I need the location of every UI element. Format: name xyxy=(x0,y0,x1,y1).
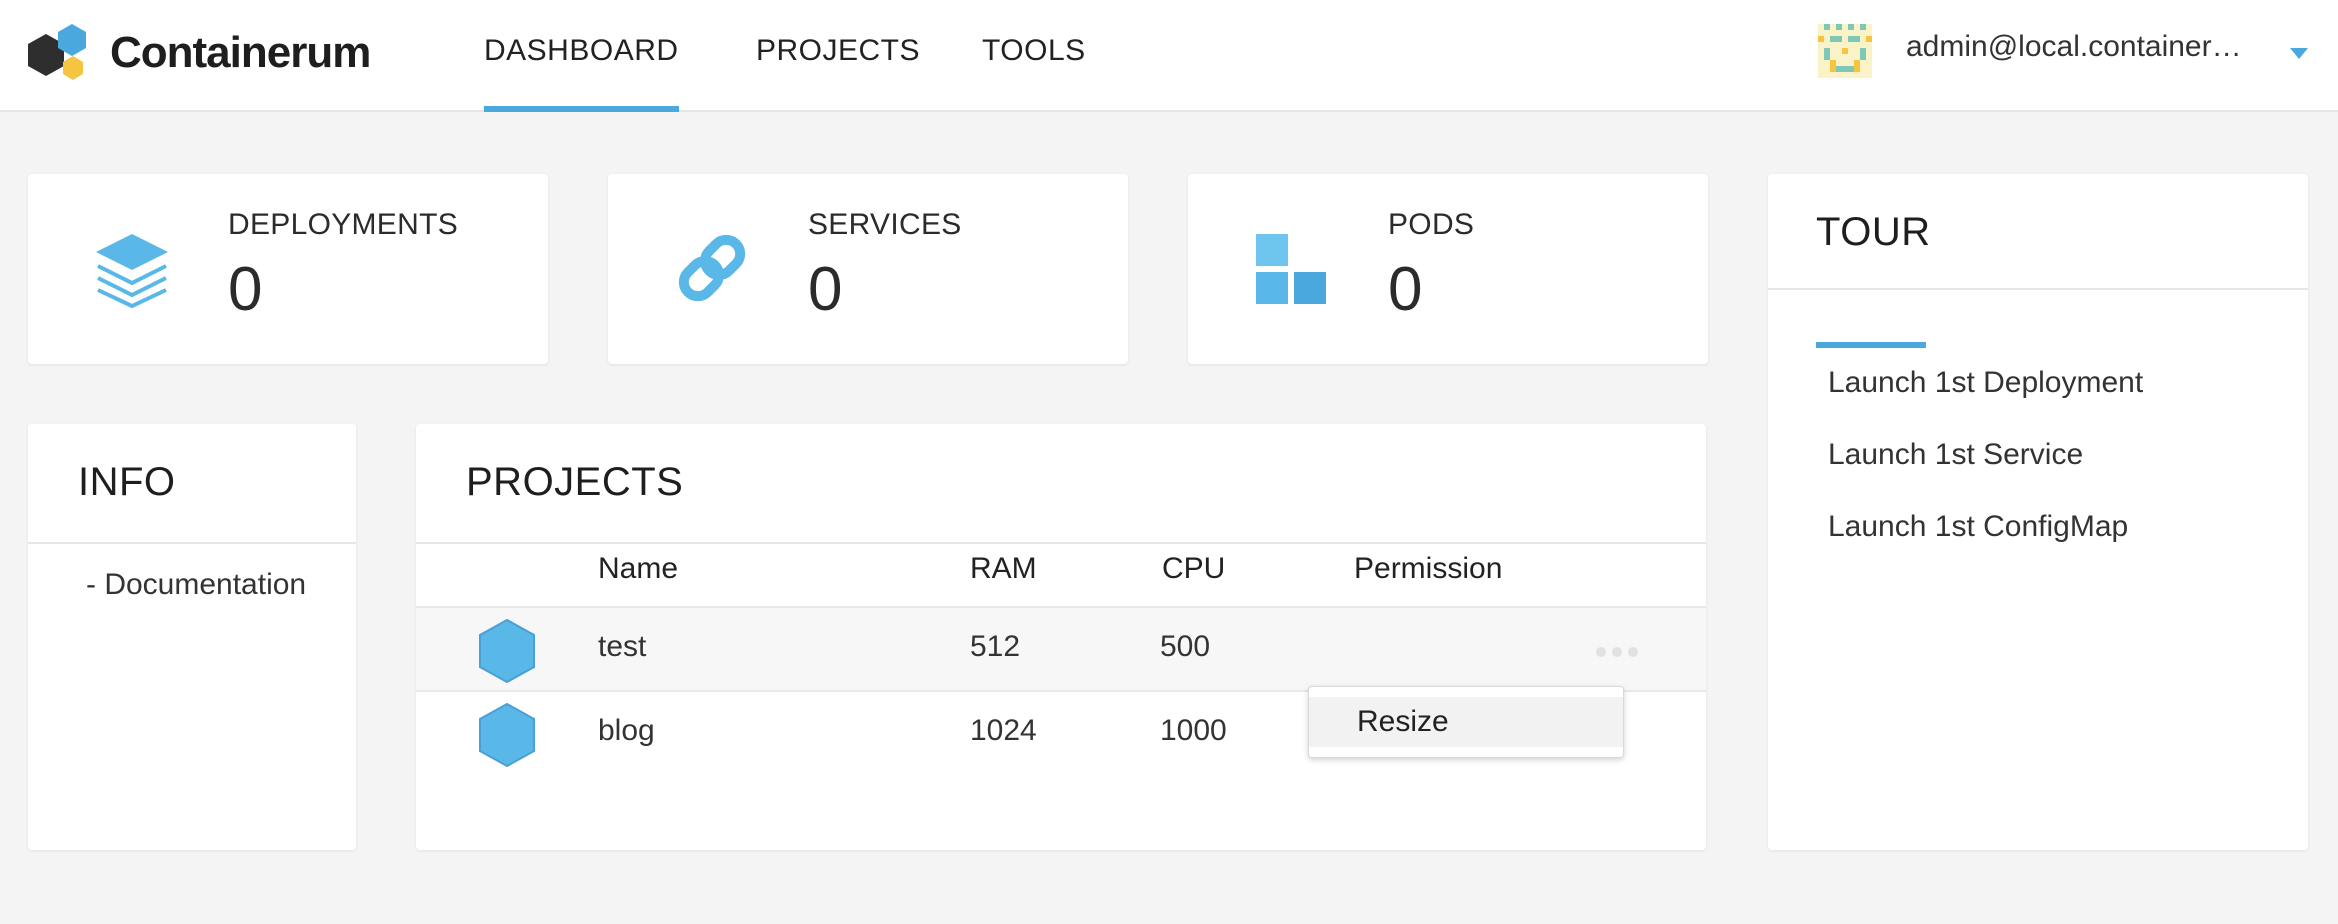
tour-link-service[interactable]: Launch 1st Service xyxy=(1828,438,2083,472)
pods-icon xyxy=(1256,234,1326,304)
top-header: Containerum DASHBOARD PROJECTS TOOLS adm… xyxy=(0,0,2338,112)
app-logo[interactable]: Containerum xyxy=(26,22,371,86)
tour-card: TOUR Launch 1st Deployment Launch 1st Se… xyxy=(1768,174,2308,850)
column-header-permission[interactable]: Permission xyxy=(1354,552,1502,586)
project-cpu: 1000 xyxy=(1160,714,1227,747)
stat-label: PODS xyxy=(1388,208,1475,241)
stat-label: DEPLOYMENTS xyxy=(228,208,459,241)
column-header-cpu[interactable]: CPU xyxy=(1162,552,1225,586)
tour-link-deployment[interactable]: Launch 1st Deployment xyxy=(1828,366,2143,400)
project-hexagon-icon xyxy=(479,702,535,768)
stat-value: 0 xyxy=(808,255,843,324)
stat-label: SERVICES xyxy=(808,208,962,241)
row-context-menu: Resize xyxy=(1308,686,1624,758)
user-avatar[interactable] xyxy=(1818,24,1872,78)
nav-tools[interactable]: TOOLS xyxy=(982,0,1086,112)
stat-value: 0 xyxy=(228,255,263,324)
services-card[interactable]: SERVICES 0 xyxy=(608,174,1128,364)
projects-divider xyxy=(416,542,1706,544)
projects-card: PROJECTS Name RAM CPU Permission test 51… xyxy=(416,424,1706,850)
tour-title-underline xyxy=(1816,342,1926,348)
logo-hexagons-icon xyxy=(28,24,86,80)
project-ram: 512 xyxy=(970,630,1021,663)
project-hexagon-icon xyxy=(479,618,535,684)
app-name: Containerum xyxy=(110,28,371,77)
tour-link-configmap[interactable]: Launch 1st ConfigMap xyxy=(1828,510,2128,544)
project-cpu: 500 xyxy=(1160,630,1211,663)
link-icon xyxy=(678,234,746,302)
info-card: INFO - Documentation xyxy=(28,424,356,850)
caret-down-icon[interactable] xyxy=(2290,48,2308,59)
project-name[interactable]: test xyxy=(598,630,646,664)
user-email[interactable]: admin@local.containerum.io xyxy=(1906,30,2258,64)
row-more-icon[interactable] xyxy=(1596,644,1646,658)
nav-dashboard[interactable]: DASHBOARD xyxy=(484,0,679,112)
projects-title: PROJECTS xyxy=(466,460,684,504)
tour-divider xyxy=(1768,288,2308,290)
column-header-ram[interactable]: RAM xyxy=(970,552,1037,586)
column-header-name[interactable]: Name xyxy=(598,552,678,586)
documentation-link[interactable]: - Documentation xyxy=(86,568,306,602)
stat-value: 0 xyxy=(1388,255,1423,324)
project-ram: 1024 xyxy=(970,714,1037,747)
menu-item-resize[interactable]: Resize xyxy=(1309,697,1623,747)
tour-title: TOUR xyxy=(1816,210,1931,254)
nav-projects[interactable]: PROJECTS xyxy=(756,0,920,112)
info-divider xyxy=(28,542,356,544)
deployments-card[interactable]: DEPLOYMENTS 0 xyxy=(28,174,548,364)
user-menu[interactable]: admin@local.containerum.io xyxy=(1798,0,2338,112)
pods-card[interactable]: PODS 0 xyxy=(1188,174,1708,364)
table-row[interactable]: test 512 500 xyxy=(416,608,1706,690)
info-title: INFO xyxy=(78,460,176,504)
layers-icon xyxy=(96,234,168,309)
project-name[interactable]: blog xyxy=(598,714,655,748)
